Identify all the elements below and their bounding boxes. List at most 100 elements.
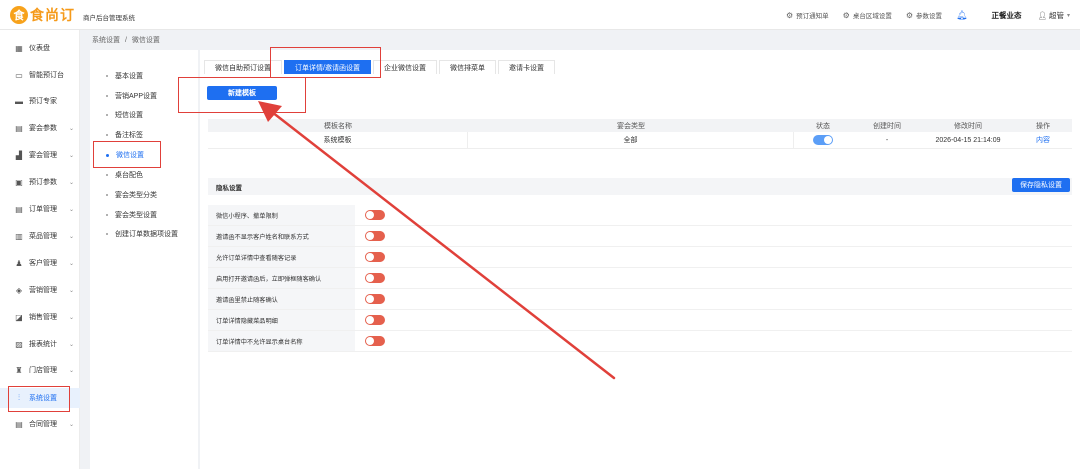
privacy-row: 启用打开邀请函后，立即弹框随客确认 bbox=[208, 268, 1072, 289]
bell-icon[interactable]: 🔔︎ bbox=[956, 10, 967, 21]
privacy-toggle[interactable] bbox=[365, 315, 385, 325]
col-header-status: 状态 bbox=[816, 122, 830, 130]
new-template-button[interactable]: 新建模板 bbox=[207, 86, 277, 100]
tab-bar: 微信自助预订设置 订单详情/邀请函设置 企业微信设置 微信排菜单 邀请卡设置 bbox=[204, 60, 557, 74]
gear-icon: ⚙ bbox=[842, 10, 850, 20]
sidebar-item-booking-params[interactable]: ▣ 预订参数 ⌄ bbox=[0, 173, 80, 191]
store-icon: ♜ bbox=[15, 365, 23, 375]
tab-enterprise-wechat[interactable]: 企业微信设置 bbox=[372, 60, 437, 74]
top-action-table-area[interactable]: ⚙ 桌台区域设置 bbox=[842, 10, 892, 21]
privacy-label: 微信小程序、撤单限制 bbox=[208, 205, 355, 225]
top-action-booking-notice[interactable]: ⚙ 预订通知单 bbox=[786, 10, 829, 21]
sidebar-item-reports[interactable]: ▨ 报表统计 ⌄ bbox=[0, 335, 80, 353]
sidebar-item-dashboard[interactable]: ▦ 仪表盘 bbox=[0, 39, 80, 57]
chevron-down-icon: ⌄ bbox=[68, 367, 74, 374]
privacy-label: 订单详情隐藏菜品明细 bbox=[208, 310, 355, 330]
sidebar-item-orders[interactable]: ▤ 订单管理 ⌄ bbox=[0, 200, 80, 218]
subnav-table-colors[interactable]: 桌台配色 bbox=[106, 170, 143, 180]
calendar-icon: ▣ bbox=[15, 177, 23, 187]
table-row: 系统模板 全部 - 2026-04-15 21:14:09 内容 bbox=[208, 132, 1072, 149]
tab-wechat-menu[interactable]: 微信排菜单 bbox=[438, 60, 496, 74]
tab-order-invitation[interactable]: 订单详情/邀请函设置 bbox=[284, 60, 371, 74]
customer-icon: ♟ bbox=[15, 258, 23, 268]
privacy-label: 允许订单详情中查看随客记录 bbox=[208, 247, 355, 267]
sidebar-item-banquet-mgmt[interactable]: ▟ 宴会管理 ⌄ bbox=[0, 146, 80, 164]
chevron-down-icon: ⌄ bbox=[68, 421, 74, 428]
subnav-banquet-type[interactable]: 宴会类型设置 bbox=[106, 210, 157, 220]
sidebar-item-contracts[interactable]: ▤ 合同管理 ⌄ bbox=[0, 415, 80, 433]
template-name: 系统模板 bbox=[208, 132, 468, 148]
chevron-down-icon: ⌄ bbox=[68, 341, 74, 348]
privacy-row: 邀请函里禁止随客确认 bbox=[208, 289, 1072, 310]
sales-icon: ◪ bbox=[15, 312, 23, 322]
contract-icon: ▤ bbox=[15, 419, 23, 429]
chevron-down-icon: ⌄ bbox=[68, 152, 74, 159]
logo-icon: 食 bbox=[10, 5, 28, 24]
template-type: 全部 bbox=[468, 132, 794, 148]
chevron-down-icon: ⌄ bbox=[68, 314, 74, 321]
privacy-header: 隐私设置 bbox=[208, 178, 1072, 195]
privacy-row: 微信小程序、撤单限制 bbox=[208, 205, 1072, 226]
breadcrumb: 系统设置 / 微信设置 bbox=[92, 35, 163, 45]
tab-wechat-self-booking[interactable]: 微信自助预订设置 bbox=[204, 60, 282, 74]
privacy-toggle[interactable] bbox=[365, 210, 385, 220]
breadcrumb-root[interactable]: 系统设置 bbox=[92, 37, 120, 44]
gear-icon: ⚙ bbox=[905, 10, 914, 20]
settings-icon: ⫶ bbox=[18, 393, 20, 402]
privacy-label: 订单详情中不允许显示桌台名称 bbox=[208, 331, 355, 351]
desk-icon: ▭ bbox=[15, 70, 23, 80]
sidebar: ▦ 仪表盘 ▭ 智能预订台 ▬ 预订专家 ▤ 宴会参数 ⌄ ▟ 宴会管理 ⌄ ▣ 预订参数 ⌄ ▤… bbox=[0, 30, 80, 469]
subnav-order-fields[interactable]: 创建订单数据项设置 bbox=[106, 229, 178, 239]
sidebar-item-smart-booking[interactable]: ▭ 智能预订台 bbox=[0, 66, 80, 84]
privacy-row: 订单详情中不允许显示桌台名称 bbox=[208, 331, 1072, 352]
breadcrumb-separator: / bbox=[124, 37, 127, 44]
sidebar-item-marketing[interactable]: ◈ 营销管理 ⌄ bbox=[0, 281, 80, 299]
privacy-toggle[interactable] bbox=[365, 273, 385, 283]
subnav-wechat[interactable]: 微信设置 bbox=[106, 150, 144, 160]
gear-icon: ⚙ bbox=[786, 10, 794, 20]
privacy-toggle[interactable] bbox=[365, 231, 385, 241]
subnav-banquet-type-category[interactable]: 宴会类型分类 bbox=[106, 190, 157, 200]
sidebar-item-booking-expert[interactable]: ▬ 预订专家 bbox=[0, 92, 80, 110]
status-toggle[interactable] bbox=[813, 135, 833, 145]
sidebar-item-stores[interactable]: ♜ 门店管理 ⌄ bbox=[0, 361, 80, 379]
user-menu[interactable]: 👤︎ 超管 ▾ bbox=[1037, 10, 1070, 21]
top-action-params[interactable]: ⚙ 参数设置 bbox=[905, 10, 942, 21]
subnav-marketing-app[interactable]: 营销APP设置 bbox=[106, 91, 157, 101]
subnav-remark-tags[interactable]: 备注标签 bbox=[106, 130, 143, 140]
table-header: 模板名称 宴会类型 状态 创建时间 修改时间 操作 bbox=[208, 119, 1072, 132]
privacy-label: 邀请函里禁止随客确认 bbox=[208, 289, 355, 309]
main-panel: 微信自助预订设置 订单详情/邀请函设置 企业微信设置 微信排菜单 邀请卡设置 新… bbox=[200, 50, 1080, 469]
sidebar-item-banquet-params[interactable]: ▤ 宴会参数 ⌄ bbox=[0, 119, 80, 137]
created-time: - bbox=[885, 136, 889, 144]
subnav-sms[interactable]: 短信设置 bbox=[106, 110, 143, 120]
shop-name[interactable]: 正餐业态 bbox=[991, 10, 1021, 21]
breadcrumb-current: 微信设置 bbox=[131, 37, 160, 44]
content-link[interactable]: 内容 bbox=[1014, 135, 1072, 145]
col-header-type: 宴会类型 bbox=[617, 122, 645, 130]
logo-text: 食尚订 bbox=[30, 6, 75, 23]
sidebar-item-customers[interactable]: ♟ 客户管理 ⌄ bbox=[0, 254, 80, 272]
privacy-toggle[interactable] bbox=[365, 294, 385, 304]
marketing-icon: ◈ bbox=[15, 285, 23, 295]
chevron-down-icon: ⌄ bbox=[68, 233, 74, 240]
sidebar-item-dishes[interactable]: ▥ 菜品管理 ⌄ bbox=[0, 227, 80, 245]
settings-subnav: 基本设置 营销APP设置 短信设置 备注标签 微信设置 桌台配色 宴会类型分类 … bbox=[90, 50, 198, 469]
logo: 食 食尚订 商户后台管理系统 bbox=[0, 5, 200, 25]
col-header-modified: 修改时间 bbox=[954, 122, 982, 130]
chevron-down-icon: ⌄ bbox=[68, 125, 74, 132]
sidebar-item-sales[interactable]: ◪ 销售管理 ⌄ bbox=[0, 308, 80, 326]
privacy-row: 邀请函不显示客户姓名和联系方式 bbox=[208, 226, 1072, 247]
col-header-action: 操作 bbox=[1036, 122, 1050, 130]
save-privacy-button[interactable]: 保存隐私设置 bbox=[1012, 178, 1070, 192]
chevron-down-icon: ▾ bbox=[1066, 12, 1070, 19]
privacy-row: 允许订单详情中查看随客记录 bbox=[208, 247, 1072, 268]
col-header-name: 模板名称 bbox=[324, 122, 352, 130]
tab-invitation-card[interactable]: 邀请卡设置 bbox=[497, 60, 555, 74]
privacy-title: 隐私设置 bbox=[216, 184, 242, 192]
privacy-row: 订单详情隐藏菜品明细 bbox=[208, 310, 1072, 331]
subnav-basic[interactable]: 基本设置 bbox=[106, 71, 143, 81]
sidebar-item-system-settings[interactable]: ⫶ 系统设置 bbox=[0, 388, 80, 408]
privacy-toggle[interactable] bbox=[365, 252, 385, 262]
privacy-toggle[interactable] bbox=[365, 336, 385, 346]
